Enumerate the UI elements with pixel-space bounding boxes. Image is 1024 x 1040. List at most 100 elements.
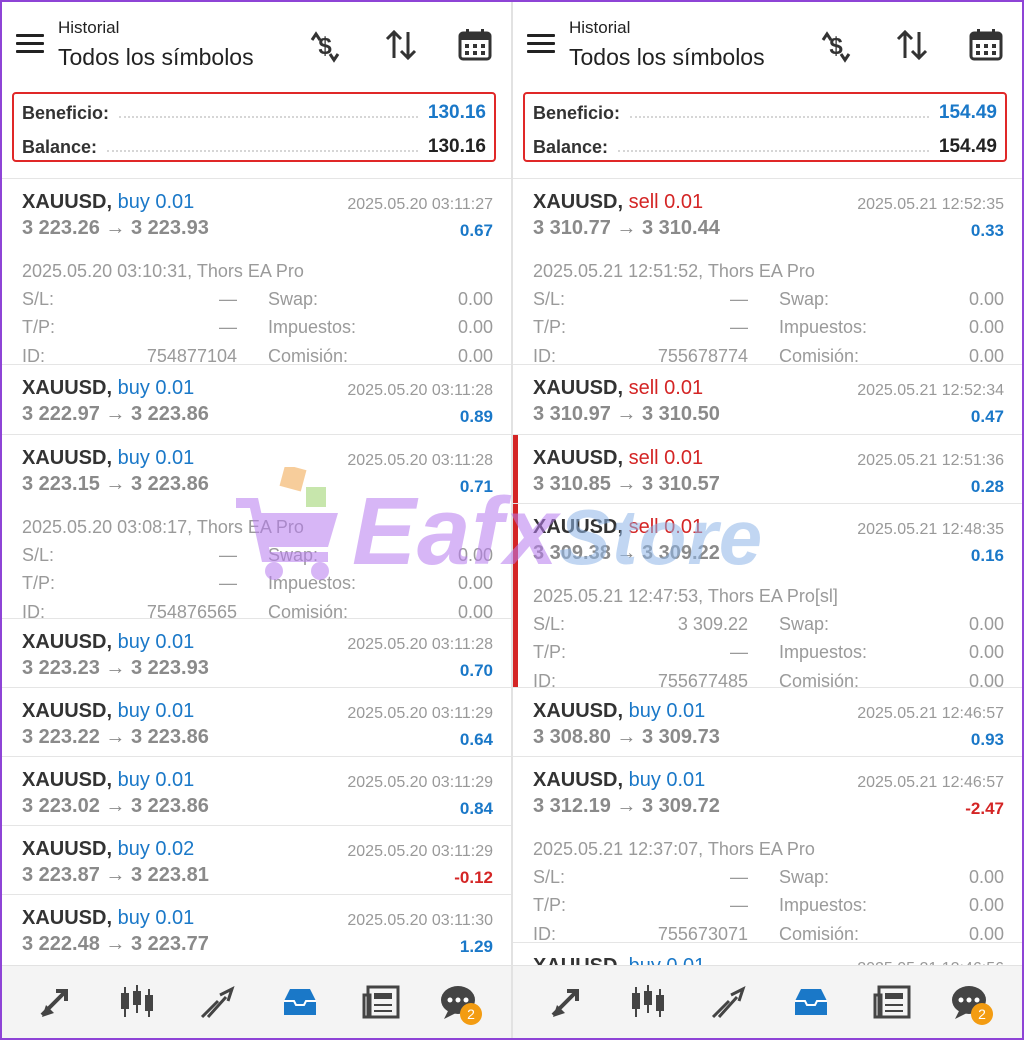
trade-row[interactable]: XAUUSD, buy 0.01 2025.05.20 03:11:29 3 2… [2,687,511,756]
bottom-nav: 2 [513,965,1022,1038]
tax-value: 0.00 [457,317,493,337]
trade-prices: 3 223.23 → 3 223.93 [22,657,209,679]
chart-icon[interactable] [628,983,668,1021]
calendar-icon[interactable] [456,26,494,64]
balance-row: Balance: 130.16 [22,132,486,162]
trade-symbol: XAUUSD, buy 0.01 [22,631,195,653]
trade-row[interactable]: XAUUSD, buy 0.01 2025.05.20 03:11:28 3 2… [2,434,511,622]
dotted-leader [630,116,929,118]
dotted-leader [119,116,418,118]
news-icon[interactable] [362,983,402,1021]
sl-label: S/L: [533,867,566,887]
balance-label: Balance: [22,136,98,157]
balance-row: Balance: 154.49 [533,132,997,162]
dotted-leader [618,150,929,152]
notification-badge: 2 [460,1003,482,1025]
trade-row[interactable]: XAUUSD, buy 0.01 2025.05.20 03:11:28 3 2… [2,618,511,687]
tax-label: Impuestos: [779,895,868,915]
trade-row[interactable]: XAUUSD, buy 0.01 2025.05.20 03:11:27 3 2… [2,178,511,366]
currency-exchange-icon[interactable]: $ [306,26,344,64]
trade-prices: 3 223.26 → 3 223.93 [22,217,209,239]
quotes-icon[interactable] [547,983,587,1021]
tp-value: — [219,317,237,337]
quotes-icon[interactable] [36,983,76,1021]
trade-direction: buy 0.01 [628,769,706,791]
tax-value: 0.00 [968,895,1004,915]
sl-label: S/L: [533,289,566,309]
messages-icon[interactable]: 2 [438,983,482,1025]
trade-symbol: XAUUSD, buy 0.01 [22,191,195,213]
trade-direction: buy 0.01 [117,377,195,399]
trade-profit: 0.33 [970,221,1004,240]
header-subtitle: Historial [569,18,631,37]
header-title[interactable]: Todos los símbolos [569,44,765,71]
trade-profit: 0.67 [459,221,493,240]
trade-symbol: XAUUSD, buy 0.01 [22,769,195,791]
trade-row[interactable]: XAUUSD, sell 0.01 2025.05.21 12:52:34 3 … [513,364,1022,434]
trade-time: 2025.05.21 12:46:57 [857,774,1004,791]
trade-prices: 3 312.19 → 3 309.72 [533,795,720,817]
trade-profit: -2.47 [965,799,1004,818]
trade-row[interactable]: XAUUSD, buy 0.01 2025.05.21 12:46:57 3 3… [513,756,1022,944]
sort-icon[interactable] [382,26,420,64]
tp-value: — [730,317,748,337]
history-panel-left: Historial Todos los símbolos $ Beneficio… [2,2,513,1038]
trade-open-info: 2025.05.20 03:10:31, Thors EA Pro [22,261,304,281]
balance-value: 154.49 [938,136,997,157]
trade-row[interactable]: XAUUSD, sell 0.01 2025.05.21 12:48:35 3 … [513,503,1022,691]
trade-details: S/L: — Swap: 0.00 T/P: — Impuestos: 0.00 ID: 75… [22,289,493,373]
trade-open-info: 2025.05.20 03:08:17, Thors EA Pro [22,517,304,537]
currency-exchange-icon[interactable]: $ [817,26,855,64]
news-icon[interactable] [873,983,913,1021]
messages-icon[interactable]: 2 [949,983,993,1025]
trade-prices: 3 310.77 → 3 310.44 [533,217,720,239]
trade-row[interactable]: XAUUSD, sell 0.01 2025.05.21 12:51:36 3 … [513,434,1022,503]
trade-direction: buy 0.02 [117,838,195,860]
history-panel-right: Historial Todos los símbolos $ Beneficio… [513,2,1022,1038]
trade-direction: buy 0.01 [117,191,195,213]
tax-value: 0.00 [968,642,1004,662]
sl-label: S/L: [533,614,566,634]
trade-row[interactable]: XAUUSD, buy 0.01 2025.05.20 03:11:30 3 2… [2,894,511,963]
tp-label: T/P: [22,573,56,593]
sort-icon[interactable] [893,26,931,64]
swap-value: 0.00 [968,289,1004,309]
sl-value: 3 309.22 [677,614,748,634]
profit-label: Beneficio: [22,102,110,123]
trade-row[interactable]: XAUUSD, sell 0.01 2025.05.21 12:52:35 3 … [513,178,1022,366]
trade-direction: sell 0.01 [628,516,704,538]
trade-profit: 0.71 [459,477,493,496]
trade-icon[interactable] [709,983,749,1021]
trade-direction: sell 0.01 [628,447,704,469]
trade-row[interactable]: XAUUSD, buy 0.01 2025.05.20 03:11:28 3 2… [2,364,511,434]
trade-symbol: XAUUSD, buy 0.01 [22,447,195,469]
trade-direction: buy 0.01 [117,631,195,653]
chart-icon[interactable] [117,983,157,1021]
menu-icon[interactable] [16,34,44,54]
trade-row[interactable]: XAUUSD, buy 0.01 2025.05.20 03:11:29 3 2… [2,756,511,825]
trade-symbol: XAUUSD, buy 0.01 [22,377,195,399]
trade-row[interactable]: XAUUSD, buy 0.01 2025.05.21 12:46:57 3 3… [513,687,1022,756]
swap-label: Swap: [779,867,830,887]
trade-open-info: 2025.05.21 12:37:07, Thors EA Pro [533,839,815,859]
profit-row: Beneficio: 154.49 [533,98,997,128]
trade-row[interactable]: XAUUSD, buy 0.02 2025.05.20 03:11:29 3 2… [2,825,511,894]
trade-details: S/L: — Swap: 0.00 T/P: — Impuestos: 0.00 ID: 75… [22,545,493,629]
trade-time: 2025.05.20 03:11:27 [347,196,493,213]
trade-icon[interactable] [198,983,238,1021]
history-icon[interactable] [280,983,320,1021]
trade-symbol: XAUUSD, buy 0.01 [533,769,706,791]
calendar-icon[interactable] [967,26,1005,64]
header-title[interactable]: Todos los símbolos [58,44,254,71]
app-header: Historial Todos los símbolos $ [2,2,511,90]
swap-value: 0.00 [968,867,1004,887]
trade-symbol: XAUUSD, sell 0.01 [533,377,704,399]
tax-label: Impuestos: [779,642,868,662]
trade-direction: buy 0.01 [117,700,195,722]
menu-icon[interactable] [527,34,555,54]
trade-time: 2025.05.20 03:11:29 [347,774,493,791]
tp-label: T/P: [533,317,567,337]
trade-symbol: XAUUSD, sell 0.01 [533,447,704,469]
history-icon[interactable] [791,983,831,1021]
trade-open-info: 2025.05.21 12:47:53, Thors EA Pro[sl] [533,586,838,606]
